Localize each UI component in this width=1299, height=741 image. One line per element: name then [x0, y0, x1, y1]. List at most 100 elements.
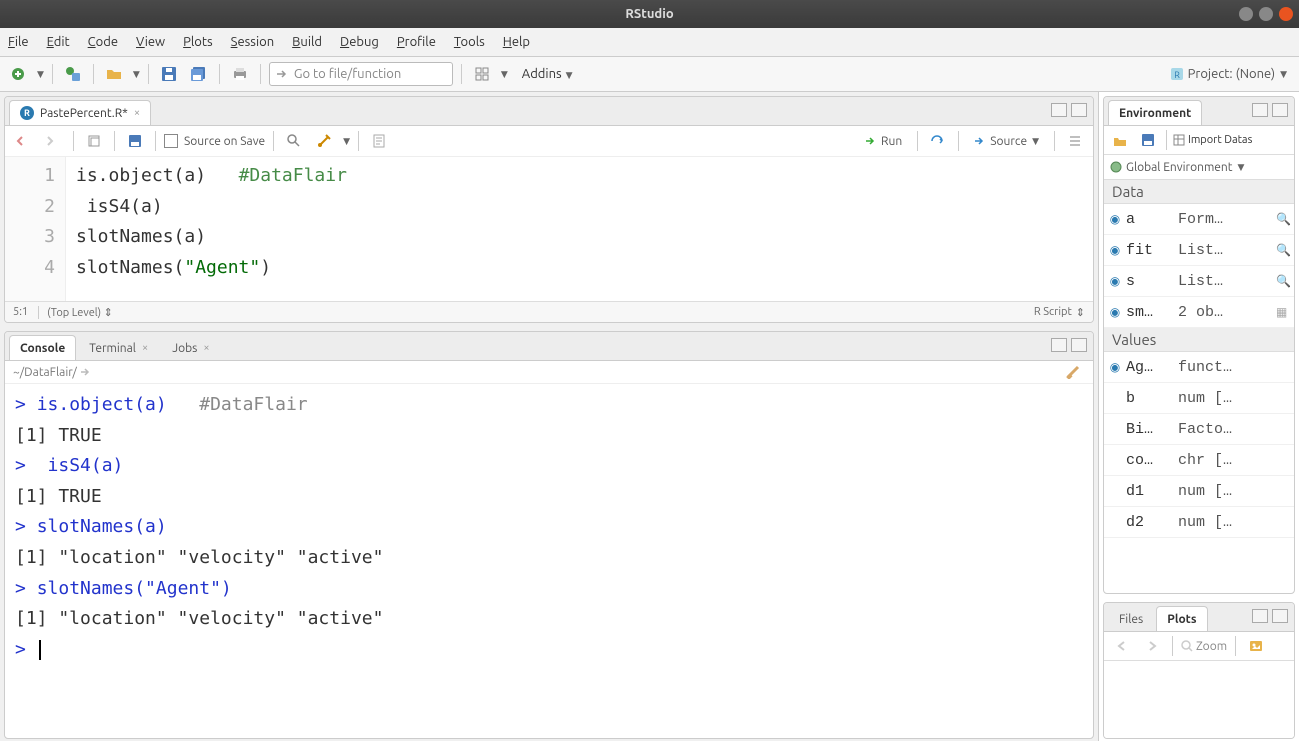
menu-debug[interactable]: Debug — [340, 35, 379, 49]
console-output[interactable]: > is.object(a) #DataFlair[1] TRUE> isS4(… — [5, 384, 1093, 738]
save-file-button[interactable] — [123, 129, 147, 153]
env-row[interactable]: b num [… — [1104, 383, 1294, 414]
open-file-button[interactable] — [102, 62, 126, 86]
tab-plots[interactable]: Plots — [1156, 606, 1207, 631]
dropdown-icon[interactable]: ▼ — [501, 69, 508, 80]
close-icon[interactable]: × — [142, 342, 148, 354]
env-value: chr [… — [1178, 452, 1276, 469]
code-editor[interactable]: 1234 is.object(a) #DataFlair isS4(a)slot… — [5, 157, 1093, 301]
save-workspace-button[interactable] — [1136, 128, 1160, 152]
rerun-button[interactable] — [926, 129, 950, 153]
magnifier-icon[interactable]: 🔍 — [1276, 274, 1294, 288]
source-on-save-label: Source on Save — [184, 135, 265, 148]
outline-button[interactable] — [1063, 129, 1087, 153]
grid-icon[interactable]: ▦ — [1276, 305, 1294, 319]
back-button[interactable] — [11, 129, 35, 153]
tab-files[interactable]: Files — [1108, 606, 1154, 631]
run-button[interactable]: Run — [858, 132, 909, 151]
tab-environment[interactable]: Environment — [1108, 100, 1202, 125]
load-workspace-button[interactable] — [1108, 128, 1132, 152]
minimize-pane-button[interactable] — [1252, 609, 1268, 623]
env-row[interactable]: d2 num [… — [1104, 507, 1294, 538]
window-title: RStudio — [625, 7, 673, 21]
env-scope-selector[interactable]: Global Environment ▼ — [1104, 155, 1294, 180]
prev-plot-button[interactable] — [1110, 634, 1134, 658]
expand-icon[interactable]: ◉ — [1104, 212, 1126, 226]
print-button[interactable] — [228, 62, 252, 86]
menu-code[interactable]: Code — [88, 35, 118, 49]
env-row[interactable]: ◉ fit List… 🔍 — [1104, 235, 1294, 266]
window-minimize-button[interactable] — [1239, 7, 1253, 21]
goto-file-input[interactable]: Go to file/function — [269, 62, 453, 86]
compile-report-button[interactable] — [367, 129, 391, 153]
maximize-pane-button[interactable] — [1071, 103, 1087, 117]
close-icon[interactable]: × — [203, 342, 209, 354]
env-section-header: Data — [1104, 180, 1294, 204]
menu-tools[interactable]: Tools — [454, 35, 485, 49]
import-dataset-button[interactable]: Import Datas — [1173, 134, 1252, 146]
editor-tab[interactable]: R PastePercent.R* × — [9, 100, 151, 125]
grid-button[interactable] — [470, 62, 494, 86]
minimize-pane-button[interactable] — [1051, 103, 1067, 117]
find-button[interactable] — [282, 129, 306, 153]
env-name: Bi… — [1126, 421, 1178, 438]
arrow-icon[interactable] — [80, 367, 92, 377]
env-name: d2 — [1126, 514, 1178, 531]
dropdown-icon[interactable]: ▼ — [133, 69, 140, 80]
source-button[interactable]: Source ▼ — [967, 132, 1046, 151]
magnifier-icon[interactable]: 🔍 — [1276, 212, 1294, 226]
close-tab-icon[interactable]: × — [134, 107, 140, 119]
menu-profile[interactable]: Profile — [397, 35, 436, 49]
menu-edit[interactable]: Edit — [47, 35, 70, 49]
next-plot-button[interactable] — [1140, 634, 1164, 658]
project-selector[interactable]: R Project: (None) ▼ — [1170, 67, 1293, 81]
magnifier-icon[interactable]: 🔍 — [1276, 243, 1294, 257]
file-type-selector[interactable]: R Script ⇕ — [1034, 306, 1085, 319]
maximize-pane-button[interactable] — [1272, 609, 1288, 623]
save-all-button[interactable] — [187, 62, 211, 86]
env-name: sm… — [1126, 304, 1178, 321]
export-plot-button[interactable] — [1244, 634, 1268, 658]
source-on-save-checkbox[interactable] — [164, 134, 178, 148]
menu-session[interactable]: Session — [231, 35, 274, 49]
tab-jobs[interactable]: Jobs × — [161, 335, 220, 360]
menu-plots[interactable]: Plots — [183, 35, 213, 49]
dropdown-icon[interactable]: ▼ — [37, 69, 44, 80]
zoom-button[interactable]: Zoom — [1181, 640, 1227, 653]
env-row[interactable]: d1 num [… — [1104, 476, 1294, 507]
env-row[interactable]: ◉ Ag… funct… — [1104, 352, 1294, 383]
env-row[interactable]: ◉ sm… 2 ob… ▦ — [1104, 297, 1294, 328]
menu-view[interactable]: View — [136, 35, 165, 49]
forward-button[interactable] — [41, 129, 65, 153]
show-in-new-window-button[interactable] — [82, 129, 106, 153]
goto-placeholder: Go to file/function — [294, 67, 401, 81]
maximize-pane-button[interactable] — [1272, 103, 1288, 117]
env-row[interactable]: co… chr [… — [1104, 445, 1294, 476]
minimize-pane-button[interactable] — [1051, 338, 1067, 352]
expand-icon[interactable]: ◉ — [1104, 243, 1126, 257]
new-file-button[interactable] — [6, 62, 30, 86]
tab-title: PastePercent.R* — [40, 107, 128, 120]
addins-button[interactable]: Addins ▼ — [522, 67, 573, 81]
minimize-pane-button[interactable] — [1252, 103, 1268, 117]
expand-icon[interactable]: ◉ — [1104, 305, 1126, 319]
window-close-button[interactable] — [1279, 7, 1293, 21]
expand-icon[interactable]: ◉ — [1104, 360, 1126, 374]
save-button[interactable] — [157, 62, 181, 86]
code-tools-button[interactable] — [312, 129, 336, 153]
tab-console[interactable]: Console — [9, 335, 76, 360]
tab-terminal[interactable]: Terminal × — [78, 335, 159, 360]
env-row[interactable]: ◉ s List… 🔍 — [1104, 266, 1294, 297]
menu-file[interactable]: File — [8, 35, 29, 49]
env-row[interactable]: Bi… Facto… — [1104, 414, 1294, 445]
console-pane: Console Terminal × Jobs × ~/DataFlair/ >… — [4, 331, 1094, 739]
clear-console-button[interactable] — [1061, 360, 1085, 384]
scope-selector[interactable]: (Top Level) ⇕ — [38, 306, 113, 319]
expand-icon[interactable]: ◉ — [1104, 274, 1126, 288]
new-project-button[interactable] — [61, 62, 85, 86]
maximize-pane-button[interactable] — [1071, 338, 1087, 352]
env-row[interactable]: ◉ a Form… 🔍 — [1104, 204, 1294, 235]
window-maximize-button[interactable] — [1259, 7, 1273, 21]
menu-build[interactable]: Build — [292, 35, 322, 49]
menu-help[interactable]: Help — [503, 35, 530, 49]
